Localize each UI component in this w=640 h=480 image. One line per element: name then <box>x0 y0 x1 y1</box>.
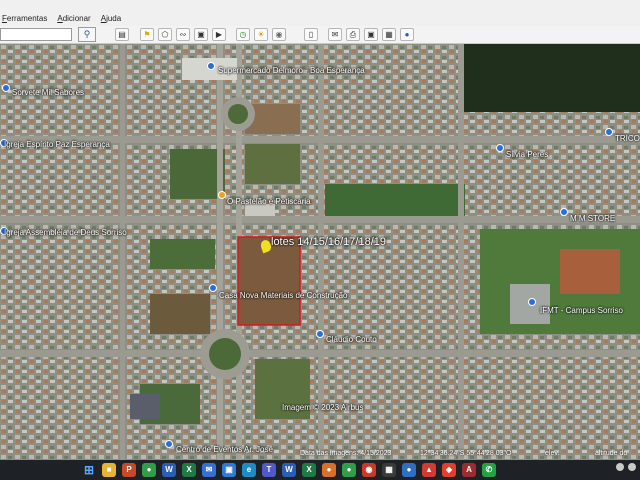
place-pin[interactable] <box>528 298 536 306</box>
altitude: altitude do <box>595 450 628 457</box>
volume-icon[interactable] <box>628 463 636 471</box>
google-earth-icon[interactable]: ● <box>402 463 416 477</box>
search-icon: ⚲ <box>83 29 91 39</box>
store-icon[interactable]: ▦ <box>382 463 396 477</box>
system-tray <box>616 463 636 471</box>
word-icon[interactable]: W <box>282 463 296 477</box>
place-pin[interactable] <box>218 191 226 199</box>
place-pin[interactable] <box>496 144 504 152</box>
placemark-icon[interactable]: ⚑ <box>140 28 154 41</box>
map-icon[interactable]: ▦ <box>382 28 396 41</box>
sidebar-icon[interactable]: ▤ <box>115 28 129 41</box>
place-pin[interactable] <box>209 284 217 292</box>
chrome-icon[interactable]: ● <box>142 463 156 477</box>
taskbar: ⊞ ■ P ● W X ✉ ▣ e T W X ● ● ◉ ▦ ● ▲ ◆ A … <box>0 460 640 480</box>
satellite-imagery <box>0 44 640 460</box>
word-icon[interactable]: W <box>162 463 176 477</box>
app-icon[interactable]: A <box>462 463 476 477</box>
whatsapp-icon[interactable]: ✆ <box>482 463 496 477</box>
place-label[interactable]: Sorvete Mil Sabores <box>12 88 84 97</box>
coordinates: 12°34'36.24"S 55°44'28.03"O <box>420 450 512 457</box>
place-label[interactable]: Igreja Assembléia de Deus Sorriso <box>4 228 127 237</box>
teams-icon[interactable]: T <box>262 463 276 477</box>
place-pin[interactable] <box>316 330 324 338</box>
ruler-icon[interactable]: ▯ <box>304 28 318 41</box>
start-icon[interactable]: ⊞ <box>82 463 96 477</box>
chrome-icon[interactable]: ● <box>342 463 356 477</box>
map-view[interactable]: Supermercado Delmoro - Boa Esperança Sor… <box>0 44 640 460</box>
save-image-icon[interactable]: ▣ <box>364 28 378 41</box>
anydesk-icon[interactable]: ◆ <box>442 463 456 477</box>
photos-icon[interactable]: ● <box>322 463 336 477</box>
search-input[interactable] <box>0 28 72 41</box>
imagery-credit: Imagem © 2023 Airbus <box>282 403 364 412</box>
edge-icon[interactable]: e <box>242 463 256 477</box>
planet-icon[interactable]: ◉ <box>272 28 286 41</box>
pdf-icon[interactable]: ▲ <box>422 463 436 477</box>
place-label[interactable]: Casa Nova Materiais de Construção <box>219 291 348 300</box>
toolbar: ⚲ ▤ ⚑ ⬠ ∾ ▣ ▶ ◷ ☀ ◉ ▯ ✉ ⎙ ▣ ▦ ● <box>0 26 640 44</box>
menu-ferramentas[interactable]: Ferramentas <box>2 14 47 23</box>
maps-icon[interactable]: ◉ <box>362 463 376 477</box>
mail-icon[interactable]: ✉ <box>202 463 216 477</box>
menu-adicionar[interactable]: Adicionar <box>57 14 90 23</box>
place-pin[interactable] <box>605 128 613 136</box>
place-label[interactable]: Supermercado Delmoro - Boa Esperança <box>218 66 365 75</box>
place-pin[interactable] <box>2 84 10 92</box>
menu-ajuda[interactable]: Ajuda <box>101 14 121 23</box>
status-bar: Data das imagens: 4/15/2023 12°34'36.24"… <box>0 450 640 460</box>
imagery-date: Data das imagens: 4/15/2023 <box>300 450 392 457</box>
email-icon[interactable]: ✉ <box>328 28 342 41</box>
polygon-icon[interactable]: ⬠ <box>158 28 172 41</box>
place-label[interactable]: Cláudio Couto <box>326 335 377 344</box>
place-pin[interactable] <box>560 208 568 216</box>
excel-icon[interactable]: X <box>182 463 196 477</box>
earth-icon[interactable]: ● <box>400 28 414 41</box>
place-label[interactable]: TRICO <box>615 134 640 143</box>
place-label[interactable]: IFMT - Campus Sorriso <box>540 306 623 315</box>
place-pin[interactable] <box>165 440 173 448</box>
path-icon[interactable]: ∾ <box>176 28 190 41</box>
excel-icon[interactable]: X <box>302 463 316 477</box>
file-explorer-icon[interactable]: ■ <box>102 463 116 477</box>
overlay-icon[interactable]: ▣ <box>194 28 208 41</box>
photos-icon[interactable]: ▣ <box>222 463 236 477</box>
place-label[interactable]: O Pastelão e Petiscaria <box>227 197 311 206</box>
history-icon[interactable]: ◷ <box>236 28 250 41</box>
place-pin[interactable] <box>207 62 215 70</box>
print-icon[interactable]: ⎙ <box>346 28 360 41</box>
tour-icon[interactable]: ▶ <box>212 28 226 41</box>
place-label[interactable]: M M STORE <box>570 214 615 223</box>
elevation: elev. <box>545 450 560 457</box>
place-label[interactable]: Igreja Espírito Paz Esperança <box>4 140 110 149</box>
search-button[interactable]: ⚲ <box>78 27 96 42</box>
powerpoint-icon[interactable]: P <box>122 463 136 477</box>
place-label[interactable]: Silvia Peres <box>506 150 548 159</box>
sun-icon[interactable]: ☀ <box>254 28 268 41</box>
network-icon[interactable] <box>616 463 624 471</box>
lot-label[interactable]: lotes 14/15/16/17/18/19 <box>271 236 386 248</box>
menu-bar: Ferramentas Adicionar Ajuda <box>0 0 640 26</box>
